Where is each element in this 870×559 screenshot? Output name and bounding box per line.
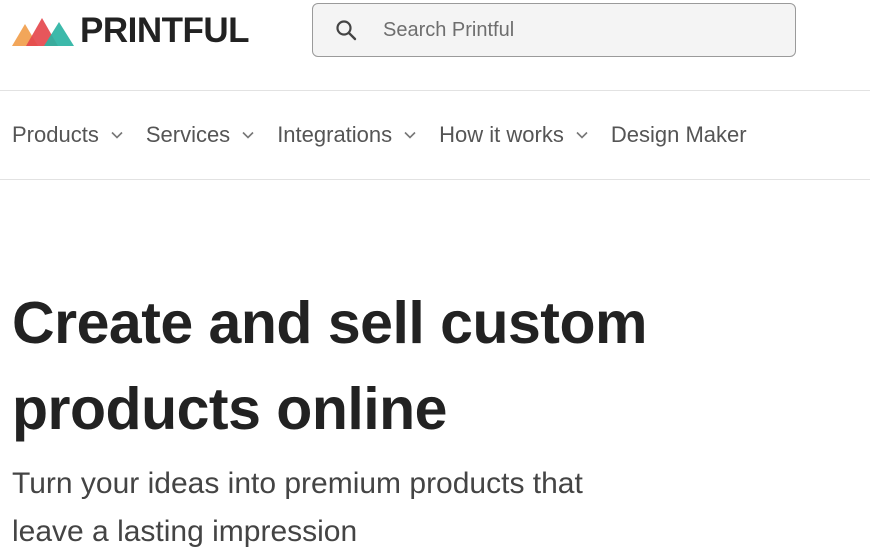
chevron-down-icon (404, 131, 416, 139)
hero-subtitle: Turn your ideas into premium products th… (12, 460, 712, 556)
search-input[interactable] (381, 17, 765, 43)
nav-item-design-maker[interactable]: Design Maker (611, 122, 747, 148)
nav-item-services[interactable]: Services (146, 122, 254, 148)
header-divider (0, 90, 870, 91)
hero-subtitle-line: Turn your ideas into premium products th… (12, 467, 583, 500)
nav-item-label: Products (12, 122, 99, 147)
nav-item-label: How it works (439, 122, 564, 147)
search-box[interactable] (312, 3, 796, 57)
chevron-down-icon (111, 131, 123, 139)
mountain-logo-icon (12, 18, 74, 46)
site-header: PRINTFUL (0, 0, 870, 90)
hero-title: Create and sell custom products online (12, 280, 852, 452)
nav-item-integrations[interactable]: Integrations (277, 122, 416, 148)
hero-title-line: products online (12, 376, 448, 442)
nav-item-label: Design Maker (610, 122, 747, 147)
search-icon[interactable] (335, 19, 357, 41)
printful-logo[interactable]: PRINTFUL (12, 11, 250, 50)
logo-wordmark: PRINTFUL (80, 11, 250, 50)
chevron-down-icon (242, 131, 254, 139)
nav-divider (0, 179, 870, 180)
hero-subtitle-line: leave a lasting impression (12, 515, 358, 548)
chevron-down-icon (576, 131, 588, 139)
hero-title-line: Create and sell custom (12, 290, 647, 356)
nav-item-label: Services (145, 122, 231, 147)
nav-item-how-it-works[interactable]: How it works (439, 122, 588, 148)
main-nav: Products Services Integrations How it wo… (12, 118, 770, 152)
nav-item-label: Integrations (277, 122, 393, 147)
nav-item-products[interactable]: Products (12, 122, 123, 148)
page: PRINTFUL Products Services (0, 0, 870, 559)
